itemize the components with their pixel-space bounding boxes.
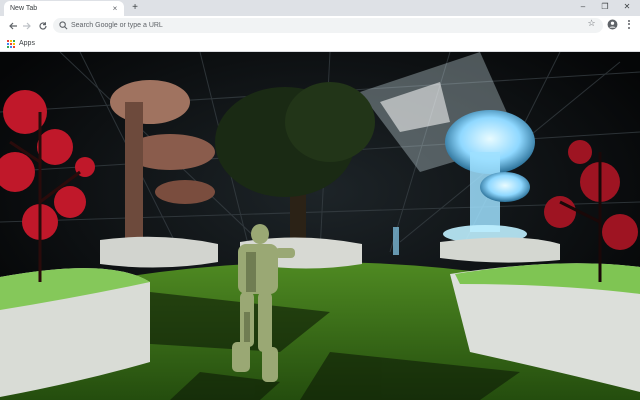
new-tab-background-image [0, 52, 640, 400]
forward-arrow-icon [22, 22, 31, 29]
tab-strip: New Tab × + – ❐ ✕ [0, 0, 640, 16]
window-close-button[interactable]: ✕ [616, 0, 638, 14]
apps-shortcut[interactable]: Apps [7, 38, 35, 49]
reload-button[interactable] [36, 19, 49, 32]
bookmark-star-icon[interactable]: ☆ [586, 18, 597, 29]
kebab-menu-icon[interactable] [626, 19, 632, 30]
tab-title: New Tab [10, 5, 38, 12]
search-placeholder: Search Google or type a URL [71, 22, 163, 29]
new-tab-button[interactable]: + [129, 2, 141, 14]
apps-grid-icon [7, 39, 15, 48]
google-search-icon [59, 21, 68, 30]
profile-icon[interactable] [607, 19, 618, 30]
toolbar: Search Google or type a URL ☆ [0, 16, 640, 35]
back-arrow-icon [8, 22, 17, 29]
minimize-button[interactable]: – [572, 0, 594, 14]
close-icon[interactable]: × [110, 4, 120, 14]
bookmarks-bar: Apps [0, 35, 640, 52]
apps-label: Apps [19, 40, 35, 47]
back-button[interactable] [6, 19, 19, 32]
search-input[interactable]: Search Google or type a URL [53, 18, 603, 33]
tab-new-tab[interactable]: New Tab × [4, 1, 124, 16]
restore-button[interactable]: ❐ [594, 0, 616, 14]
garden-dome-artwork [0, 52, 640, 400]
reload-icon [38, 21, 47, 30]
forward-button[interactable] [20, 19, 33, 32]
